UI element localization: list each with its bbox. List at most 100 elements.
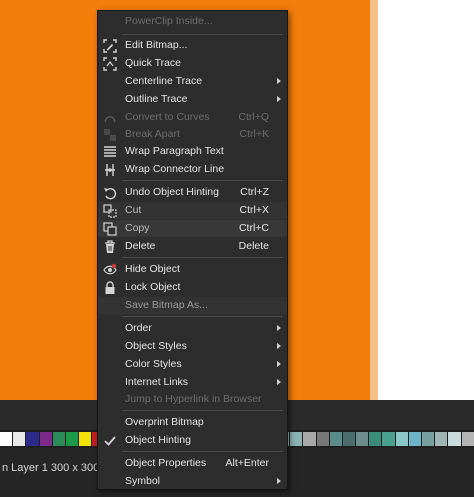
menu-item-jump-to-hyperlink[interactable]: Jump to Hyperlink in Browser xyxy=(98,391,287,408)
menu-item-order[interactable]: Order xyxy=(98,320,287,337)
menu-item-object-hinting[interactable]: Object Hinting xyxy=(98,432,287,449)
submenu-arrow-icon xyxy=(277,325,281,331)
menu-item-shortcut: Ctrl+K xyxy=(239,128,269,140)
palette-swatch[interactable] xyxy=(448,432,462,446)
menu-item-cut[interactable]: Cut Ctrl+X xyxy=(98,202,287,219)
palette-swatch[interactable] xyxy=(79,432,93,446)
menu-item-color-styles[interactable]: Color Styles xyxy=(98,356,287,373)
menu-item-label: Delete xyxy=(125,240,156,252)
menu-item-label: Object Styles xyxy=(125,340,187,352)
menu-item-shortcut: Alt+Enter xyxy=(225,457,269,469)
checkmark-icon xyxy=(102,433,117,448)
menu-item-label: Quick Trace xyxy=(125,57,182,69)
palette-swatch[interactable] xyxy=(65,432,80,446)
menu-item-label: Symbol xyxy=(125,475,161,487)
menu-item-label: Object Hinting xyxy=(125,434,191,446)
menu-item-label: Outline Trace xyxy=(125,93,188,105)
menu-item-shortcut: Ctrl+C xyxy=(238,222,269,234)
menu-item-label: Object Properties xyxy=(125,457,207,469)
palette-swatch[interactable] xyxy=(382,432,396,446)
menu-item-break-apart[interactable]: Break Apart Ctrl+K xyxy=(98,126,287,143)
palette-swatch[interactable] xyxy=(342,432,357,446)
palette-swatch[interactable] xyxy=(13,432,27,446)
menu-item-shortcut: Ctrl+Q xyxy=(238,111,269,123)
menu-separator xyxy=(122,316,283,317)
menu-separator xyxy=(122,34,283,35)
submenu-arrow-icon xyxy=(277,343,281,349)
menu-item-label: Edit Bitmap... xyxy=(125,39,188,51)
palette-swatch[interactable] xyxy=(39,432,53,446)
quick-trace-icon xyxy=(102,56,117,71)
palette-swatch[interactable] xyxy=(26,432,40,446)
menu-item-label: Hide Object xyxy=(125,263,180,275)
palette-swatch[interactable] xyxy=(422,432,436,446)
copy-icon xyxy=(102,221,117,236)
submenu-arrow-icon xyxy=(277,96,281,102)
menu-item-delete[interactable]: Delete Delete xyxy=(98,238,287,255)
menu-item-wrap-paragraph-text[interactable]: Wrap Paragraph Text xyxy=(98,143,287,160)
menu-separator xyxy=(122,410,283,411)
trash-icon xyxy=(102,239,117,254)
submenu-arrow-icon xyxy=(277,379,281,385)
menu-item-save-bitmap-as[interactable]: Save Bitmap As... xyxy=(98,297,287,314)
menu-item-lock-object[interactable]: Lock Object xyxy=(98,279,287,296)
menu-item-overprint-bitmap[interactable]: Overprint Bitmap xyxy=(98,414,287,431)
menu-item-shortcut: Delete xyxy=(238,240,269,252)
menu-item-label: Break Apart xyxy=(125,128,180,140)
palette-swatch[interactable] xyxy=(52,432,66,446)
palette-swatch[interactable] xyxy=(356,432,370,446)
eye-icon xyxy=(102,262,117,277)
menu-item-symbol[interactable]: Symbol xyxy=(98,473,287,490)
menu-separator xyxy=(122,451,283,452)
palette-swatch[interactable] xyxy=(395,432,409,446)
palette-swatch[interactable] xyxy=(290,432,304,446)
edit-bitmap-icon xyxy=(102,38,117,53)
menu-item-label: Color Styles xyxy=(125,358,182,370)
submenu-arrow-icon xyxy=(277,478,281,484)
convert-curves-icon xyxy=(102,110,117,125)
menu-item-label: Overprint Bitmap xyxy=(125,416,204,428)
undo-icon xyxy=(102,185,117,200)
menu-item-label: Lock Object xyxy=(125,281,181,293)
menu-item-label: Wrap Connector Line xyxy=(125,163,225,175)
menu-item-edit-bitmap[interactable]: Edit Bitmap... xyxy=(98,37,287,54)
lock-icon xyxy=(102,280,117,295)
menu-item-undo-object-hinting[interactable]: Undo Object Hinting Ctrl+Z xyxy=(98,184,287,201)
submenu-arrow-icon xyxy=(277,361,281,367)
menu-item-label: Undo Object Hinting xyxy=(125,186,219,198)
menu-item-shortcut: Ctrl+X xyxy=(239,204,269,216)
menu-item-copy[interactable]: Copy Ctrl+C xyxy=(98,220,287,237)
menu-item-centerline-trace[interactable]: Centerline Trace xyxy=(98,73,287,90)
menu-item-object-properties[interactable]: Object Properties Alt+Enter xyxy=(98,455,287,472)
palette-swatch[interactable] xyxy=(461,432,474,446)
palette-swatch[interactable] xyxy=(316,432,330,446)
menu-item-label: PowerClip Inside... xyxy=(125,15,213,27)
context-menu: PowerClip Inside... Edit Bitmap... Quick… xyxy=(97,10,288,490)
menu-item-outline-trace[interactable]: Outline Trace xyxy=(98,91,287,108)
wrap-connector-icon xyxy=(102,162,117,177)
palette-swatch[interactable] xyxy=(329,432,343,446)
menu-item-label: Jump to Hyperlink in Browser xyxy=(125,393,262,405)
menu-item-convert-to-curves[interactable]: Convert to Curves Ctrl+Q xyxy=(98,109,287,126)
menu-item-powerclip-inside[interactable]: PowerClip Inside... xyxy=(98,13,287,30)
menu-item-quick-trace[interactable]: Quick Trace xyxy=(98,55,287,72)
wrap-paragraph-icon xyxy=(102,144,117,159)
menu-item-object-styles[interactable]: Object Styles xyxy=(98,338,287,355)
menu-item-label: Centerline Trace xyxy=(125,75,203,87)
palette-swatch[interactable] xyxy=(408,432,422,446)
menu-item-label: Copy xyxy=(125,222,150,234)
menu-item-wrap-connector-line[interactable]: Wrap Connector Line xyxy=(98,161,287,178)
menu-item-label: Internet Links xyxy=(125,376,189,388)
palette-swatch[interactable] xyxy=(435,432,449,446)
cut-icon xyxy=(102,203,117,218)
palette-swatch[interactable] xyxy=(0,432,14,446)
menu-item-label: Order xyxy=(125,322,152,334)
menu-item-shortcut: Ctrl+Z xyxy=(240,186,269,198)
break-apart-icon xyxy=(102,127,117,142)
menu-item-hide-object[interactable]: Hide Object xyxy=(98,261,287,278)
menu-separator xyxy=(122,180,283,181)
menu-item-internet-links[interactable]: Internet Links xyxy=(98,374,287,391)
palette-swatch[interactable] xyxy=(303,432,317,446)
menu-item-label: Cut xyxy=(125,204,142,216)
palette-swatch[interactable] xyxy=(369,432,383,446)
